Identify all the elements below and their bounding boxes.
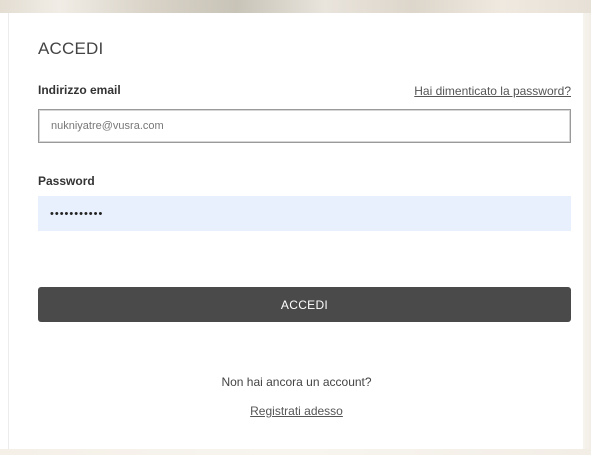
email-label: Indirizzo email	[38, 83, 121, 97]
background-bottom-strip	[0, 449, 591, 455]
background-left-edge	[0, 13, 9, 455]
forgot-password-link[interactable]: Hai dimenticato la password?	[414, 84, 571, 98]
background-top-strip	[0, 0, 591, 13]
login-submit-button[interactable]: ACCEDI	[38, 287, 571, 322]
password-label: Password	[38, 174, 95, 188]
password-field[interactable]	[38, 196, 571, 231]
register-link-container: Registrati adesso	[10, 404, 583, 418]
login-title: ACCEDI	[38, 39, 104, 58]
email-field[interactable]	[38, 109, 571, 143]
login-form: ACCEDI Indirizzo email Hai dimenticato l…	[10, 13, 583, 449]
no-account-text: Non hai ancora un account?	[221, 375, 372, 389]
background-right-edge	[583, 13, 591, 455]
register-link[interactable]: Registrati adesso	[250, 404, 343, 418]
